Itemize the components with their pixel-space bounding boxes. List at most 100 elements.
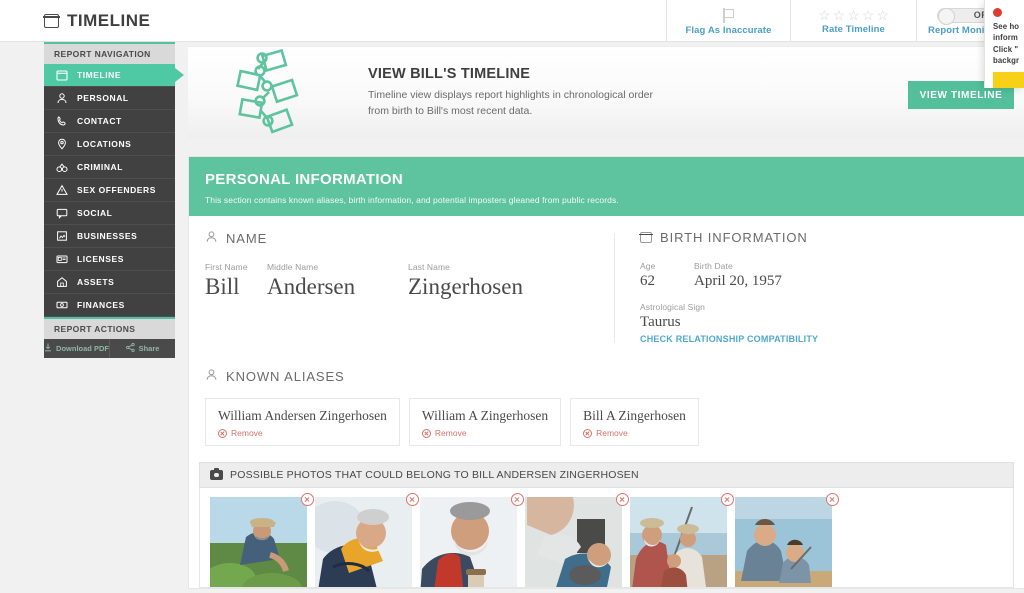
- sidebar-item-label: ASSETS: [77, 277, 115, 287]
- sidebar-actions: Download PDF Share: [44, 339, 175, 358]
- banner-title: VIEW BILL'S TIMELINE: [368, 66, 531, 83]
- star-icon-5[interactable]: ☆: [876, 8, 889, 22]
- sidebar-item-timeline[interactable]: TIMELINE: [44, 64, 184, 87]
- remove-alias-button[interactable]: Remove: [218, 428, 387, 438]
- download-pdf-button[interactable]: Download PDF: [44, 339, 109, 358]
- id-card-icon: [55, 253, 68, 266]
- popup-action-button[interactable]: [993, 72, 1024, 88]
- person-icon: [205, 230, 218, 246]
- middle-name-field: Middle Name Andersen: [267, 262, 408, 299]
- photo-image: [315, 497, 412, 587]
- sidebar-item-locations[interactable]: LOCATIONS: [44, 133, 175, 156]
- photo-thumbnail[interactable]: [315, 493, 419, 587]
- birth-information-section: BIRTH INFORMATION Age 62 Birth Date Apri…: [615, 230, 1024, 350]
- share-icon: [125, 342, 135, 354]
- person-icon: [205, 368, 218, 384]
- remove-label: Remove: [434, 428, 467, 438]
- birth-date-field: Birth Date April 20, 1957: [694, 261, 782, 290]
- timeline-network-icon: [188, 48, 363, 137]
- share-button[interactable]: Share: [109, 339, 175, 358]
- name-section-title-row: NAME: [205, 230, 614, 246]
- flag-as-inaccurate-button[interactable]: Flag As Inaccurate: [666, 0, 790, 41]
- last-name-field: Last Name Zingerhosen: [408, 262, 523, 299]
- star-icon-3[interactable]: ☆: [847, 8, 860, 22]
- remove-photo-button[interactable]: [406, 493, 419, 506]
- calendar-icon: [43, 13, 60, 28]
- personal-information-body: NAME First Name Bill Middle Name Anderse…: [189, 216, 1024, 350]
- section-subtitle: This section contains known aliases, bir…: [205, 195, 619, 205]
- download-pdf-label: Download PDF: [56, 344, 109, 353]
- aliases-title: KNOWN ALIASES: [226, 368, 345, 384]
- rate-timeline-group[interactable]: ☆ ☆ ☆ ☆ ☆ Rate Timeline: [790, 0, 916, 41]
- photo-thumbnail[interactable]: [630, 493, 734, 587]
- alias-name: William Andersen Zingerhosen: [218, 408, 387, 423]
- star-icon-1[interactable]: ☆: [818, 8, 831, 22]
- notification-dot-icon: [993, 8, 1002, 17]
- person-icon: [55, 92, 68, 105]
- sidebar-item-contact[interactable]: CONTACT: [44, 110, 175, 133]
- section-title: PERSONAL INFORMATION: [205, 171, 403, 188]
- warning-icon: [55, 184, 68, 197]
- sidebar-item-licenses[interactable]: LICENSES: [44, 248, 175, 271]
- photo-thumbnail[interactable]: [210, 493, 314, 587]
- rating-stars[interactable]: ☆ ☆ ☆ ☆ ☆: [818, 8, 889, 22]
- aliases-title-row: KNOWN ALIASES: [205, 368, 1008, 384]
- birth-date-value: April 20, 1957: [694, 273, 782, 289]
- flag-as-inaccurate-label: Flag As Inaccurate: [685, 24, 772, 36]
- sidebar-item-label: FINANCES: [77, 300, 125, 310]
- remove-circle-icon: [218, 428, 227, 438]
- sidebar-item-label: CRIMINAL: [77, 162, 123, 172]
- list-item: Bill A Zingerhosen Remove: [570, 398, 699, 446]
- sidebar-item-businesses[interactable]: BUSINESSES: [44, 225, 175, 248]
- astrological-sign-field: Astrological Sign Taurus: [640, 302, 1024, 331]
- remove-photo-button[interactable]: [511, 493, 524, 506]
- alias-name: Bill A Zingerhosen: [583, 408, 686, 423]
- age-field: Age 62: [640, 261, 694, 290]
- star-icon-2[interactable]: ☆: [833, 8, 846, 22]
- remove-circle-icon: [583, 428, 593, 438]
- remove-photo-button[interactable]: [616, 493, 629, 506]
- sidebar-item-criminal[interactable]: CRIMINAL: [44, 156, 175, 179]
- sidebar-item-finances[interactable]: FINANCES: [44, 294, 175, 317]
- astrological-sign-label: Astrological Sign: [640, 301, 706, 312]
- remove-label: Remove: [596, 428, 628, 438]
- phone-icon: [55, 115, 68, 128]
- chat-bubble-icon: [55, 207, 68, 220]
- money-icon: [55, 299, 68, 312]
- list-item: William A Zingerhosen Remove: [408, 398, 562, 446]
- first-name-label: First Name: [205, 262, 248, 272]
- remove-photo-button[interactable]: [826, 493, 839, 506]
- star-icon-4[interactable]: ☆: [862, 8, 875, 22]
- remove-photo-button[interactable]: [301, 493, 314, 506]
- personal-information-header: PERSONAL INFORMATION This section contai…: [189, 157, 1024, 216]
- sidebar-item-assets[interactable]: ASSETS: [44, 271, 175, 294]
- sidebar-item-sex-offenders[interactable]: SEX OFFENDERS: [44, 179, 175, 202]
- photo-thumbnail[interactable]: [735, 493, 839, 587]
- sidebar-item-personal[interactable]: PERSONAL: [44, 87, 175, 110]
- photo-thumbnail[interactable]: [525, 493, 629, 587]
- remove-photo-button[interactable]: [721, 493, 734, 506]
- remove-alias-button[interactable]: Remove: [421, 428, 548, 438]
- photo-image: [525, 497, 622, 587]
- onboarding-popup: See ho inform Click " backgr: [984, 0, 1024, 88]
- sidebar-actions-header: REPORT ACTIONS: [44, 317, 175, 339]
- map-pin-icon: [55, 138, 68, 151]
- sidebar-item-label: PERSONAL: [77, 93, 129, 103]
- banner-subtitle: Timeline view displays report highlights…: [368, 89, 653, 117]
- share-label: Share: [138, 344, 160, 353]
- timeline-banner: VIEW BILL'S TIMELINE Timeline view displ…: [188, 46, 1024, 138]
- sidebar-item-social[interactable]: SOCIAL: [44, 202, 175, 225]
- middle-name-value: Andersen: [267, 274, 356, 299]
- main-content: VIEW BILL'S TIMELINE Timeline view displ…: [188, 42, 1024, 593]
- remove-label: Remove: [231, 428, 263, 438]
- first-name-field: First Name Bill: [205, 262, 267, 299]
- name-section: NAME First Name Bill Middle Name Anderse…: [189, 230, 614, 350]
- sidebar-item-label: LOCATIONS: [77, 139, 132, 149]
- remove-alias-button[interactable]: Remove: [583, 428, 686, 438]
- page-body: REPORT NAVIGATION TIMELINE PERSONAL CONT…: [0, 0, 1024, 593]
- photo-thumbnail[interactable]: [420, 493, 524, 587]
- birth-section-title: BIRTH INFORMATION: [660, 230, 808, 245]
- middle-name-label: Middle Name: [267, 262, 319, 272]
- sidebar: REPORT NAVIGATION TIMELINE PERSONAL CONT…: [44, 42, 184, 358]
- check-relationship-compatibility-link[interactable]: CHECK RELATIONSHIP COMPATIBILITY: [640, 334, 1024, 344]
